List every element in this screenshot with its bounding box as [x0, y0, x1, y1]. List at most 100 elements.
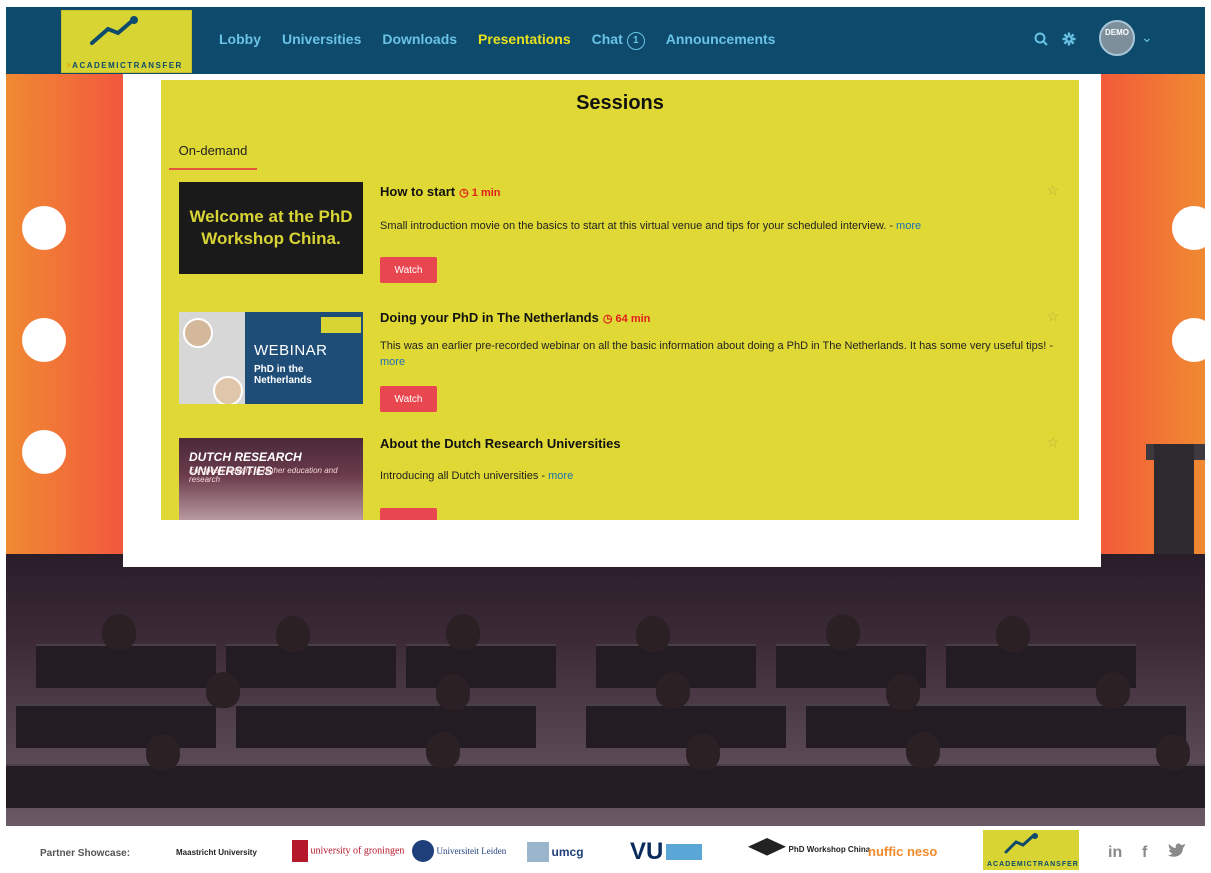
audience-head	[146, 734, 180, 770]
watch-button[interactable]: Watch	[380, 257, 437, 283]
session-description: Small introduction movie on the basics t…	[380, 218, 1060, 234]
audience-head	[656, 672, 690, 708]
search-icon[interactable]	[1034, 32, 1048, 50]
groningen-shield-icon	[292, 840, 308, 862]
watch-button[interactable]	[380, 508, 437, 520]
seat-row	[586, 704, 786, 748]
more-link[interactable]: more	[380, 356, 405, 368]
tab-on-demand[interactable]: On-demand	[169, 143, 257, 170]
user-avatar[interactable]: DEMO	[1099, 20, 1135, 56]
description-text: This was an earlier pre-recorded webinar…	[380, 340, 1053, 352]
chevron-down-icon[interactable]: ⌄	[1141, 29, 1153, 46]
partner-name: umcg	[551, 845, 584, 859]
audience-area	[6, 554, 1205, 826]
audience-head	[826, 614, 860, 650]
main-nav: Lobby Universities Downloads Presentatio…	[219, 31, 796, 50]
academictransfer-logo[interactable]: >ACADEMICTRANSFER	[61, 10, 192, 73]
decorative-circle	[22, 206, 66, 250]
partner-nuffic-neso[interactable]: nuffic neso	[868, 844, 937, 859]
partner-umcg[interactable]: umcg	[527, 842, 584, 862]
audience-head	[426, 732, 460, 768]
presenter-photo	[183, 318, 213, 348]
session-thumbnail[interactable]: DUTCH RESEARCH UNIVERSITIES European lea…	[179, 438, 363, 520]
seat-row	[6, 764, 1205, 808]
description-text: Introducing all Dutch universities -	[380, 470, 549, 482]
session-title[interactable]: How to start ◷ 1 min	[380, 184, 501, 199]
nav-announcements[interactable]: Announcements	[666, 31, 776, 50]
seat-row	[236, 704, 536, 748]
partner-leiden[interactable]: Universiteit Leiden	[412, 840, 506, 862]
partner-academictransfer[interactable]: ACADEMICTRANSFER	[983, 830, 1079, 870]
graduation-cap-icon	[748, 838, 786, 856]
nav-chat[interactable]: Chat 1	[592, 31, 645, 50]
partner-name: Maastricht University	[176, 848, 257, 857]
nav-presentations[interactable]: Presentations	[478, 31, 571, 50]
seat-row	[16, 704, 216, 748]
session-item: WEBINAR PhD in the Netherlands Doing you…	[179, 308, 1059, 418]
footer-label: Partner Showcase:	[40, 848, 131, 859]
leiden-seal-icon	[412, 840, 434, 862]
session-title[interactable]: About the Dutch Research Universities	[380, 436, 621, 451]
star-icon[interactable]: ☆	[1046, 308, 1059, 325]
session-title-text: Doing your PhD in The Netherlands	[380, 310, 599, 325]
thumbnail-subtext: PhD in the Netherlands	[254, 364, 312, 386]
nav-chat-label: Chat	[591, 31, 623, 47]
more-link[interactable]: more	[548, 470, 573, 482]
partner-phd-workshop[interactable]: PhD Workshop China	[748, 838, 870, 860]
presenter-photo	[213, 376, 243, 404]
star-icon[interactable]: ☆	[1046, 434, 1059, 451]
audience-head	[436, 674, 470, 710]
duration-text: 64 min	[615, 313, 651, 325]
chat-count-badge: 1	[626, 32, 645, 50]
seat-row	[806, 704, 1186, 748]
nav-downloads[interactable]: Downloads	[382, 31, 457, 50]
audience-head	[1156, 734, 1190, 770]
audience-head	[886, 674, 920, 710]
star-icon[interactable]: ☆	[1046, 182, 1059, 199]
session-thumbnail[interactable]: Welcome at the PhD Workshop China.	[179, 182, 363, 274]
facebook-icon[interactable]: f	[1142, 844, 1147, 862]
sessions-panel: Sessions On-demand Welcome at the PhD Wo…	[161, 80, 1079, 520]
partner-groningen[interactable]: university of groningen	[292, 840, 404, 862]
session-thumbnail[interactable]: WEBINAR PhD in the Netherlands	[179, 312, 363, 404]
clock-icon: ◷	[459, 187, 469, 199]
umcg-logo-icon	[527, 842, 549, 862]
top-navigation-bar: >ACADEMICTRANSFER Lobby Universities Dow…	[6, 7, 1205, 74]
audience-head	[1096, 672, 1130, 708]
partner-name: ACADEMICTRANSFER	[987, 861, 1079, 868]
nav-universities[interactable]: Universities	[282, 31, 361, 50]
partner-vu[interactable]: VU	[630, 838, 702, 866]
thumbnail-subtext: European leaders in higher education and…	[189, 466, 338, 484]
decorative-circle	[1172, 206, 1205, 250]
audience-head	[636, 616, 670, 652]
decorative-circle	[22, 318, 66, 362]
thumbnail-text: WEBINAR	[254, 342, 328, 359]
partner-maastricht[interactable]: Maastricht University	[176, 848, 257, 857]
academictransfer-mini-logo	[321, 317, 361, 333]
duration-text: 1 min	[471, 187, 501, 199]
decorative-circle	[1172, 318, 1205, 362]
partner-name: nuffic neso	[868, 844, 938, 859]
gear-icon[interactable]	[1062, 32, 1076, 50]
session-title[interactable]: Doing your PhD in The Netherlands ◷ 64 mi…	[380, 310, 650, 325]
logo-figure-icon	[90, 16, 138, 45]
partner-footer: Partner Showcase: Maastricht University …	[0, 826, 1211, 873]
linkedin-icon[interactable]: in	[1108, 844, 1122, 862]
session-description: Introducing all Dutch universities - mor…	[380, 468, 1060, 484]
partner-name: VU	[630, 838, 664, 865]
more-link[interactable]: more	[896, 220, 921, 232]
avatar-text: DEMO	[1105, 28, 1129, 37]
session-item: DUTCH RESEARCH UNIVERSITIES European lea…	[179, 434, 1059, 520]
audience-head	[906, 732, 940, 768]
watch-button[interactable]: Watch	[380, 386, 437, 412]
description-text: Small introduction movie on the basics t…	[380, 220, 897, 232]
thumbnail-text: Welcome at the PhD Workshop China.	[189, 207, 353, 248]
session-duration: ◷ 1 min	[459, 187, 500, 199]
partner-name: university of groningen	[310, 845, 405, 857]
audience-head	[102, 614, 136, 650]
nav-lobby[interactable]: Lobby	[219, 31, 261, 50]
decorative-circle	[22, 430, 66, 474]
partner-name: Universiteit Leiden	[436, 846, 507, 856]
audience-head	[276, 616, 310, 652]
twitter-icon[interactable]	[1168, 842, 1186, 863]
